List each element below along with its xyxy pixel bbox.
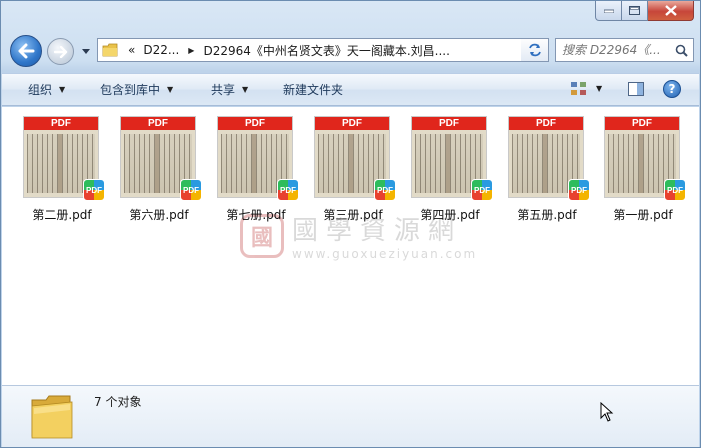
share-menu[interactable]: 共享 ▼ bbox=[211, 74, 248, 105]
pdf-banner: PDF bbox=[121, 117, 195, 130]
file-name: 第七册.pdf bbox=[226, 208, 286, 222]
pdf-app-icon: PDF bbox=[277, 179, 299, 201]
caption-buttons bbox=[595, 1, 694, 21]
folder-icon bbox=[31, 395, 73, 439]
item-count: 7 个对象 bbox=[94, 395, 142, 409]
maximize-button[interactable] bbox=[622, 1, 648, 21]
pdf-app-icon: PDF bbox=[180, 179, 202, 201]
file-item[interactable]: PDF PDF 第一册.pdf bbox=[604, 116, 686, 222]
help-icon[interactable]: ? bbox=[663, 80, 681, 98]
file-item[interactable]: PDF PDF 第三册.pdf bbox=[314, 116, 396, 222]
file-name: 第二册.pdf bbox=[32, 208, 92, 222]
breadcrumb-separator-icon[interactable]: ▶ bbox=[188, 46, 194, 55]
organize-label: 组织 bbox=[28, 83, 53, 97]
organize-menu[interactable]: 组织 ▼ bbox=[28, 74, 65, 105]
pdf-app-icon: PDF bbox=[664, 179, 686, 201]
file-item[interactable]: PDF PDF 第二册.pdf bbox=[23, 116, 105, 222]
search-box[interactable] bbox=[555, 38, 694, 62]
address-bar[interactable]: « D22... ▶ D22964《中州名贤文表》天一阁藏本.刘昌.... bbox=[97, 38, 548, 62]
preview-pane-icon[interactable] bbox=[628, 82, 644, 96]
new-folder-label: 新建文件夹 bbox=[283, 83, 344, 97]
maximize-icon bbox=[629, 6, 640, 15]
file-item[interactable]: PDF PDF 第四册.pdf bbox=[411, 116, 493, 222]
search-input[interactable] bbox=[562, 43, 674, 57]
refresh-button[interactable] bbox=[521, 38, 549, 62]
forward-arrow-icon bbox=[53, 45, 67, 58]
change-view-icon[interactable] bbox=[571, 82, 587, 96]
breadcrumb-item[interactable]: D22... bbox=[143, 43, 179, 57]
pdf-banner: PDF bbox=[24, 117, 98, 130]
refresh-icon bbox=[528, 43, 541, 57]
file-item[interactable]: PDF PDF 第五册.pdf bbox=[508, 116, 590, 222]
file-item[interactable]: PDF PDF 第六册.pdf bbox=[120, 116, 202, 222]
pdf-banner: PDF bbox=[605, 117, 679, 130]
close-icon bbox=[664, 5, 677, 16]
details-pane: 7 个对象 bbox=[2, 385, 699, 447]
chevron-down-icon bbox=[82, 48, 90, 54]
file-list-view: 國 國學資源網 www.guoxueziyuan.com PDF PDF 第二册… bbox=[2, 107, 699, 385]
breadcrumb-overflow[interactable]: « bbox=[128, 43, 135, 57]
file-name: 第四册.pdf bbox=[420, 208, 480, 222]
pdf-banner: PDF bbox=[218, 117, 292, 130]
explorer-window: « D22... ▶ D22964《中州名贤文表》天一阁藏本.刘昌.... 搜索… bbox=[0, 0, 701, 448]
back-arrow-icon bbox=[18, 43, 35, 59]
file-name: 第一册.pdf bbox=[613, 208, 673, 222]
breadcrumb-item-current[interactable]: D22964《中州名贤文表》天一阁藏本.刘昌.... bbox=[203, 42, 450, 59]
folder-icon bbox=[102, 43, 118, 57]
mouse-pointer-icon bbox=[600, 402, 614, 422]
forward-button[interactable] bbox=[47, 38, 74, 65]
include-in-library-menu[interactable]: 包含到库中 ▼ bbox=[100, 74, 173, 105]
watermark-url: www.guoxueziyuan.com bbox=[292, 247, 478, 261]
pdf-app-icon: PDF bbox=[568, 179, 590, 201]
file-name: 第三册.pdf bbox=[323, 208, 383, 222]
minimize-button[interactable] bbox=[595, 1, 622, 21]
pdf-app-icon: PDF bbox=[83, 179, 105, 201]
pdf-banner: PDF bbox=[412, 117, 486, 130]
search-icon[interactable] bbox=[675, 44, 688, 57]
new-folder-button[interactable]: 新建文件夹 bbox=[283, 74, 343, 105]
view-options-dropdown-icon[interactable]: ▼ bbox=[596, 84, 602, 93]
back-button[interactable] bbox=[10, 35, 42, 67]
pdf-banner: PDF bbox=[315, 117, 389, 130]
navigation-bar: « D22... ▶ D22964《中州名贤文表》天一阁藏本.刘昌.... bbox=[1, 31, 700, 71]
minimize-icon bbox=[603, 9, 614, 13]
chevron-down-icon: ▼ bbox=[59, 85, 66, 94]
close-button[interactable] bbox=[648, 1, 694, 21]
breadcrumb: « D22... ▶ D22964《中州名贤文表》天一阁藏本.刘昌.... bbox=[128, 42, 450, 59]
recent-pages-dropdown[interactable] bbox=[81, 46, 91, 56]
file-name: 第六册.pdf bbox=[129, 208, 189, 222]
chevron-down-icon: ▼ bbox=[242, 85, 249, 94]
chevron-down-icon: ▼ bbox=[167, 85, 174, 94]
pdf-app-icon: PDF bbox=[374, 179, 396, 201]
share-label: 共享 bbox=[211, 83, 236, 97]
command-bar: 组织 ▼ 包含到库中 ▼ 共享 ▼ 新建文件夹 ▼ ? bbox=[2, 73, 699, 106]
pdf-banner: PDF bbox=[509, 117, 583, 130]
file-item[interactable]: PDF PDF 第七册.pdf bbox=[217, 116, 299, 222]
include-in-library-label: 包含到库中 bbox=[100, 83, 161, 97]
pdf-app-icon: PDF bbox=[471, 179, 493, 201]
file-name: 第五册.pdf bbox=[517, 208, 577, 222]
